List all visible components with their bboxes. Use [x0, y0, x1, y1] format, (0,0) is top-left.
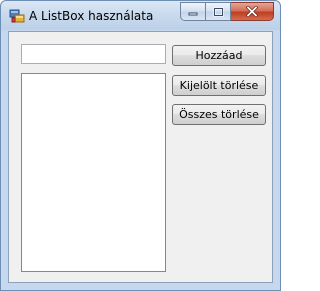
window-title: A ListBox használata — [29, 9, 154, 23]
close-button[interactable] — [231, 2, 274, 21]
caption-buttons — [180, 2, 274, 21]
app-window: A ListBox használata Hozzáad Kijelölt tö… — [0, 0, 281, 291]
minimize-icon — [188, 2, 198, 21]
remove-all-button[interactable]: Összes törlése — [172, 104, 266, 125]
maximize-icon — [213, 2, 224, 21]
item-text-input[interactable] — [21, 44, 166, 64]
add-button[interactable]: Hozzáad — [172, 45, 266, 66]
remove-selected-button[interactable]: Kijelölt törlése — [172, 75, 266, 96]
maximize-button[interactable] — [206, 2, 231, 21]
title-bar[interactable]: A ListBox használata — [1, 1, 280, 31]
close-icon — [245, 2, 259, 21]
form-client-area: Hozzáad Kijelölt törlése Összes törlése — [8, 31, 273, 283]
items-listbox[interactable] — [21, 73, 166, 272]
winforms-app-icon — [9, 8, 25, 24]
minimize-button[interactable] — [180, 2, 206, 21]
